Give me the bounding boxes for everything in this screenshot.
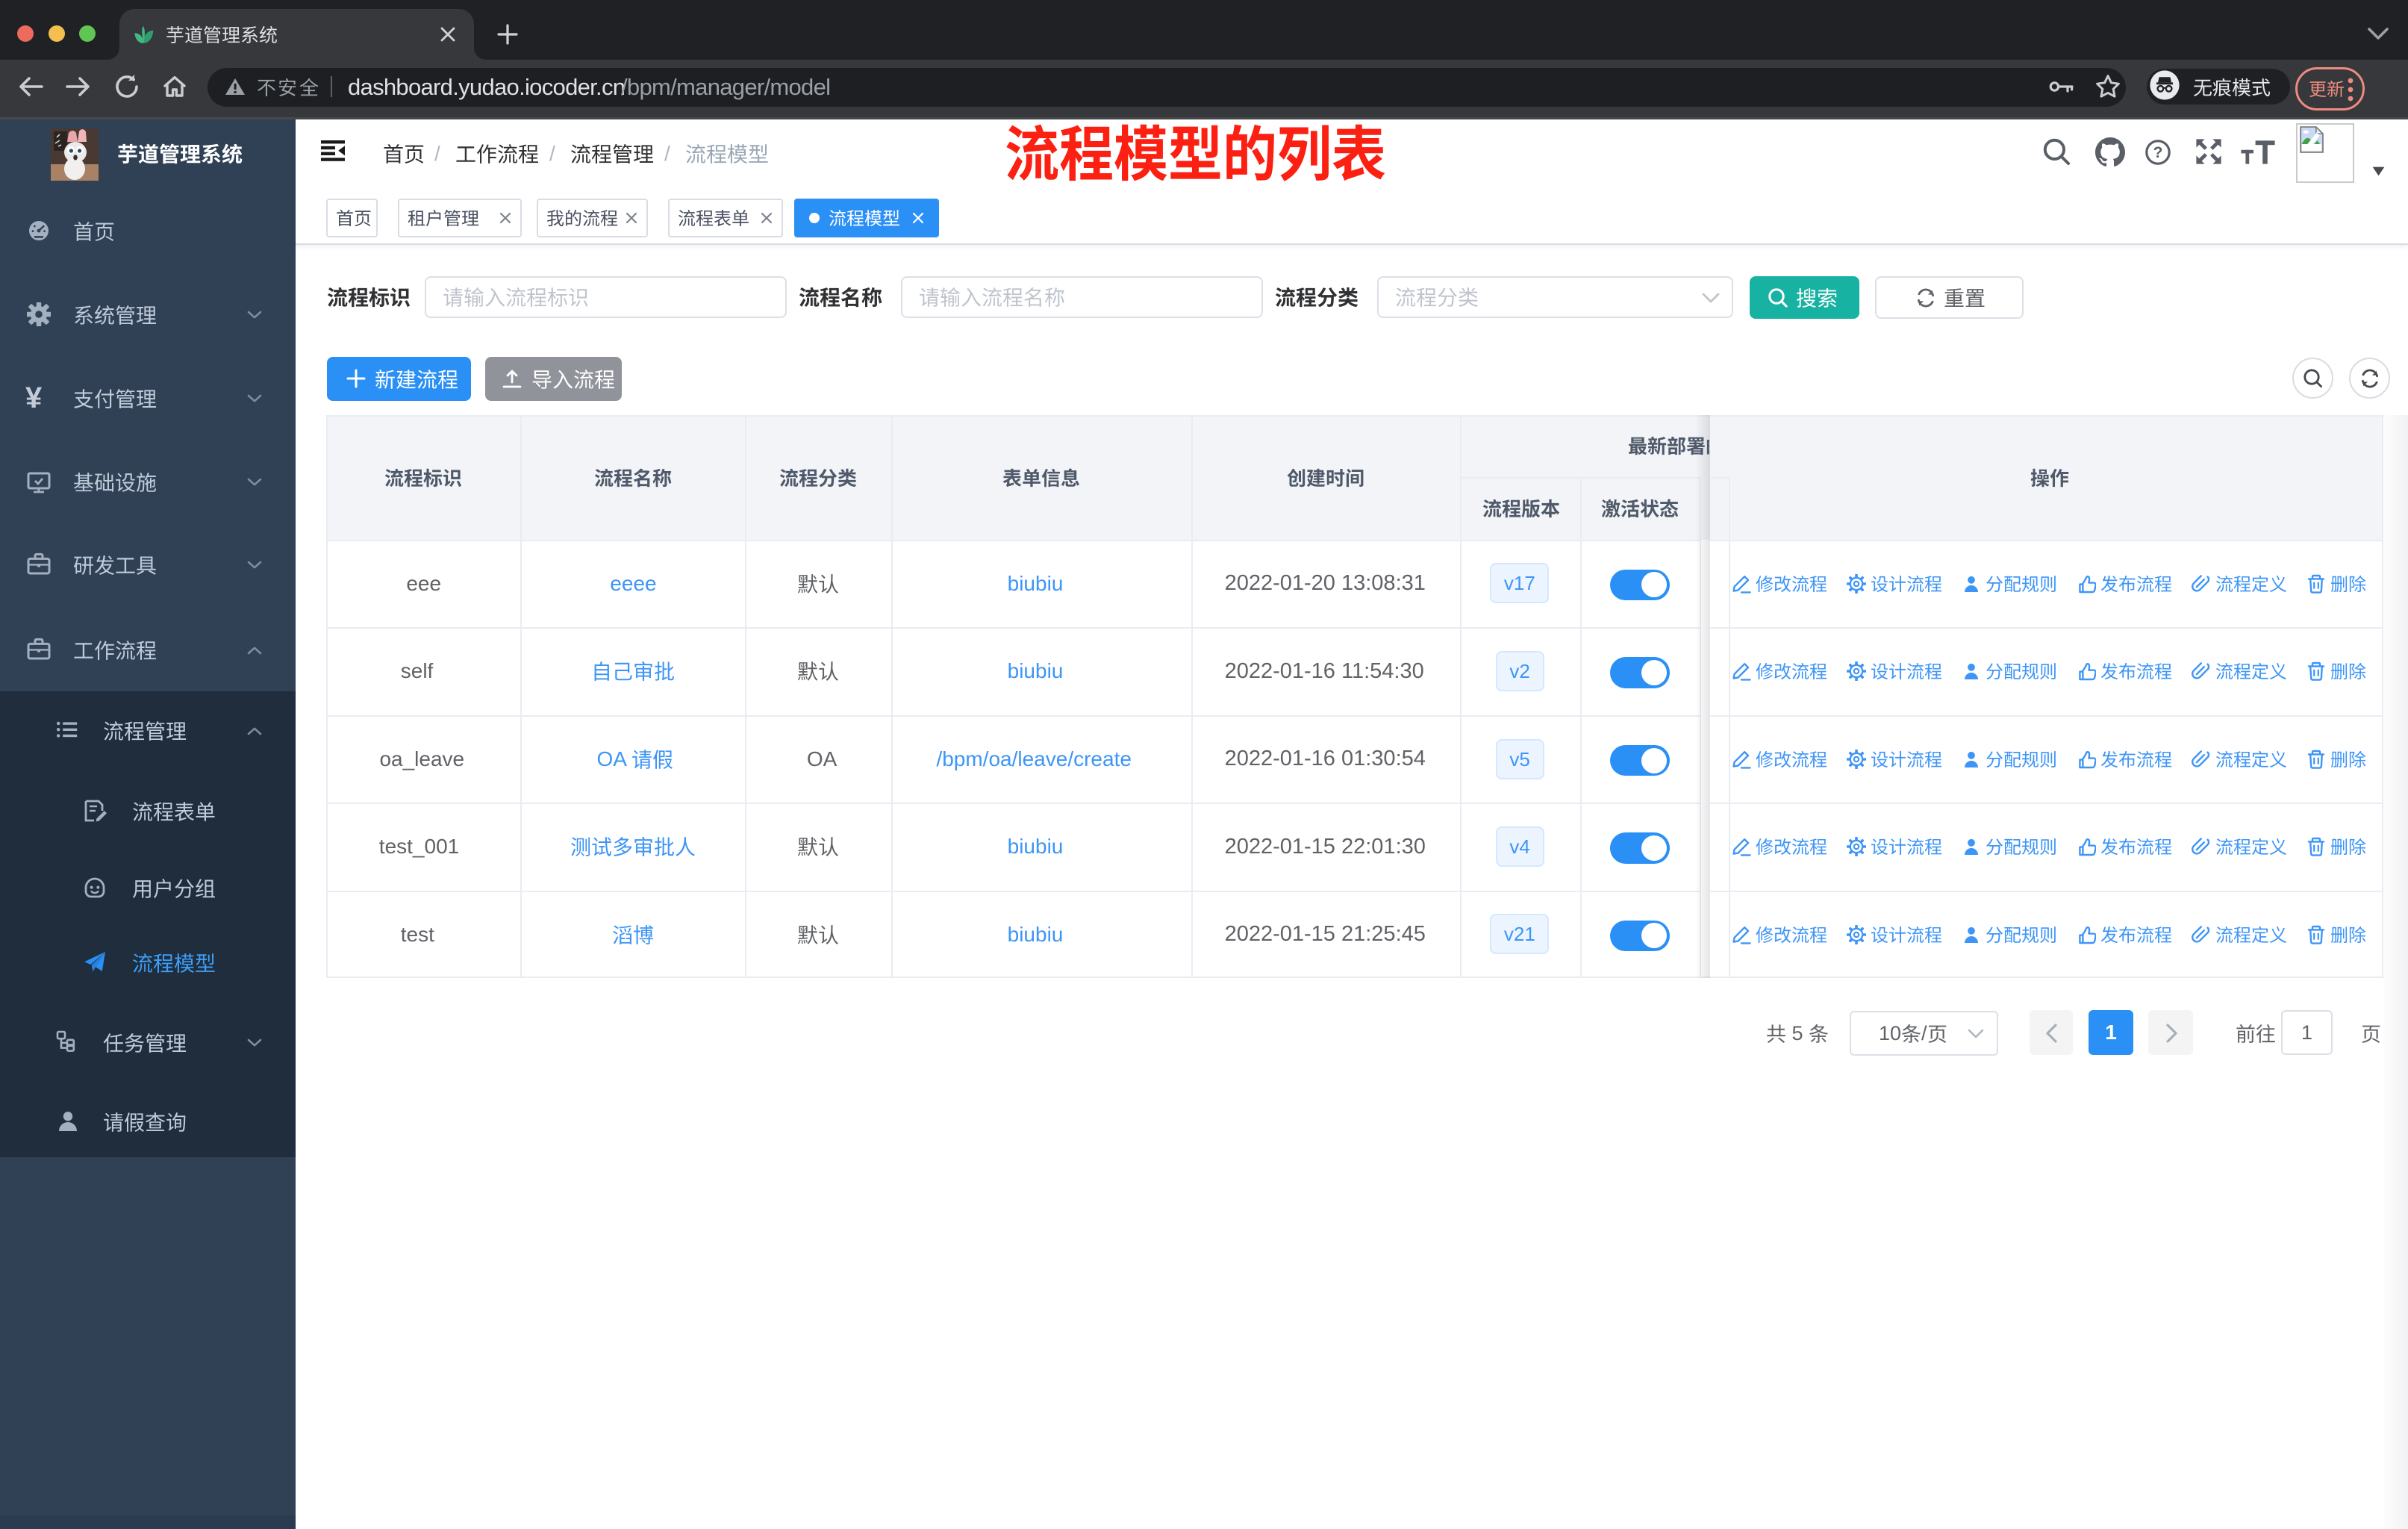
svg-text:¥: ¥: [25, 384, 43, 412]
svg-text:?: ?: [2153, 144, 2163, 161]
